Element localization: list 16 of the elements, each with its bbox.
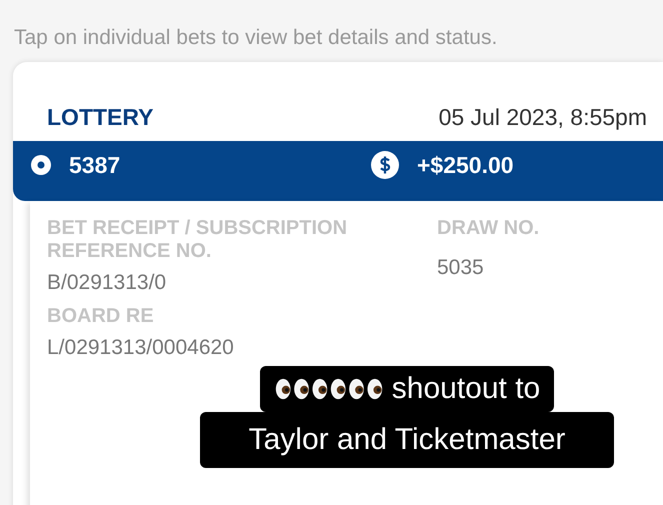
instruction-text: Tap on individual bets to view bet details and status.: [13, 25, 498, 51]
dollar-icon: [371, 151, 399, 179]
lottery-ball-icon: [31, 155, 51, 175]
detail-label: DRAW NO.: [437, 217, 540, 240]
payout-amount: +$250.00: [417, 152, 514, 178]
detail-value: L/0291313/0004620: [47, 336, 235, 360]
caption-text: shoutout to: [392, 372, 540, 406]
eyes-icon: [274, 377, 384, 401]
bet-number: 5387: [69, 152, 120, 178]
bet-date: 05 Jul 2023, 8:55pm: [438, 104, 647, 131]
bet-type: LOTTERY: [47, 104, 154, 131]
detail-value: 5035: [437, 256, 485, 280]
detail-label: BOARD RE: [47, 305, 155, 328]
detail-value: B/0291313/0: [47, 271, 168, 295]
caption-text: Taylor and Ticketmaster: [248, 423, 566, 457]
detail-label: BET RECEIPT / SUBSCRIPTION REFERENCE NO.: [47, 217, 348, 263]
